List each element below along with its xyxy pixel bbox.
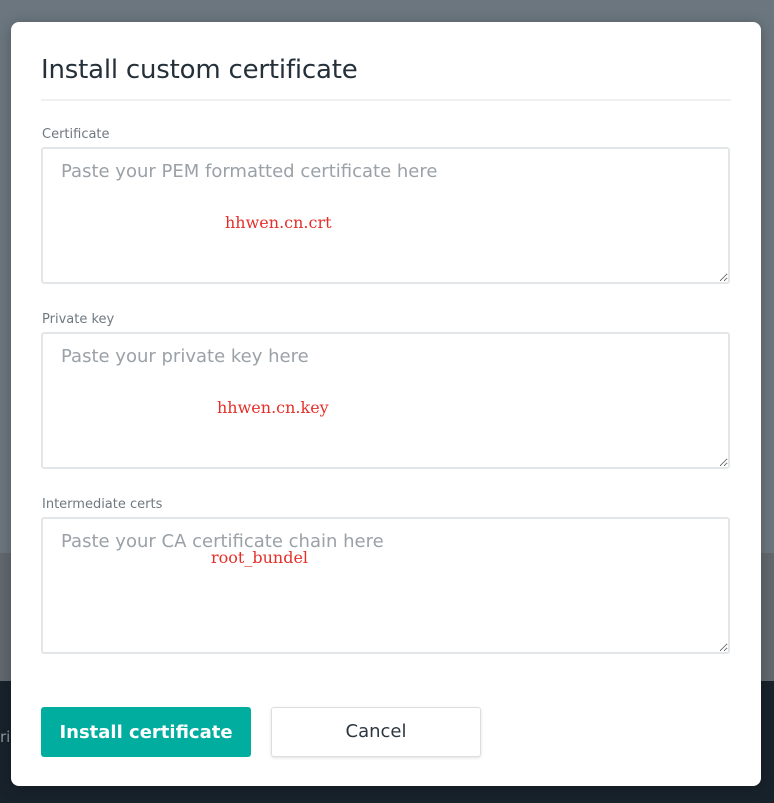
- dialog-title: Install custom certificate: [41, 55, 358, 85]
- private-key-textarea[interactable]: [41, 332, 730, 469]
- cancel-button[interactable]: Cancel: [271, 707, 481, 757]
- title-divider: [41, 99, 731, 101]
- background-text-fragment: ri: [0, 728, 11, 746]
- certificate-textarea[interactable]: [41, 147, 730, 284]
- intermediate-certs-label: Intermediate certs: [42, 497, 163, 512]
- install-certificate-dialog: Install custom certificate Certificate h…: [11, 22, 761, 786]
- certificate-label: Certificate: [42, 127, 110, 142]
- install-certificate-button[interactable]: Install certificate: [41, 707, 251, 757]
- private-key-label: Private key: [42, 312, 115, 327]
- intermediate-certs-textarea[interactable]: [41, 517, 730, 654]
